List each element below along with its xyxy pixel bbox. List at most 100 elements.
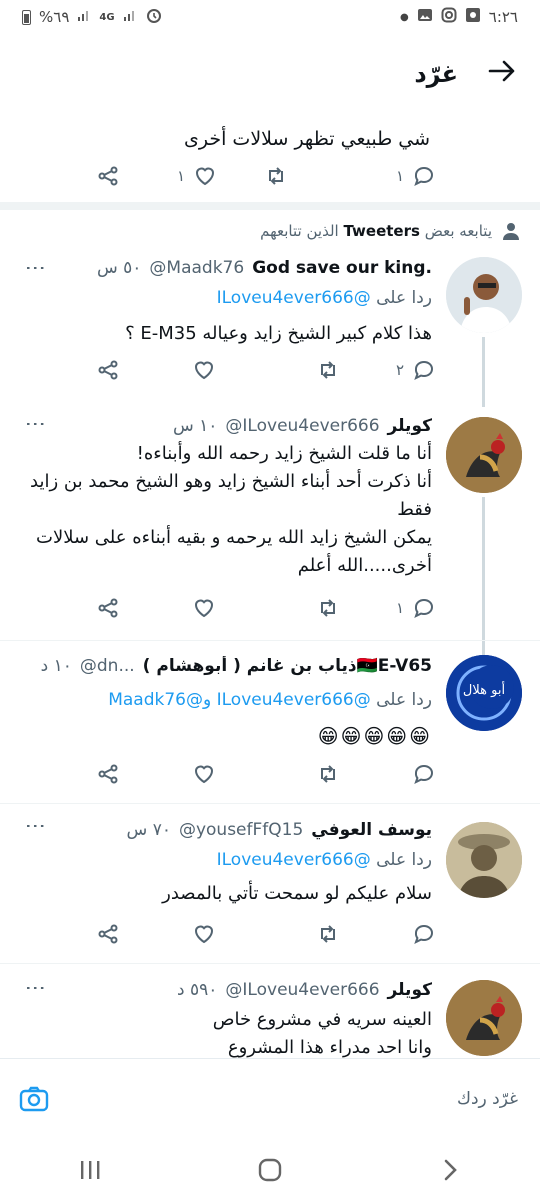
retweet-button[interactable] — [316, 762, 340, 786]
retweet-button[interactable] — [316, 596, 340, 620]
share-icon — [98, 598, 118, 618]
author-name[interactable]: ذياب بن غانم ( أبوهشام )🇱🇾E-V65 — [143, 656, 432, 676]
retweet-icon — [321, 765, 335, 783]
retweet-icon — [321, 925, 335, 943]
avatar[interactable]: أبو هلال — [446, 655, 522, 731]
compose-bar: غرّد ردك — [0, 1059, 540, 1139]
home-icon[interactable] — [250, 1150, 290, 1190]
heart-icon — [195, 167, 215, 186]
prev-like-button[interactable]: ١ — [177, 164, 217, 188]
tweet-line: العينه سريه في مشروع خاص — [212, 1009, 432, 1030]
author-name[interactable]: يوسف العوفي — [311, 820, 432, 840]
status-left: %٦٩ 4G — [22, 6, 163, 28]
reply-to-line: ردا على @ILoveu4ever666 و@Maadk76 — [108, 690, 432, 710]
heart-icon — [194, 361, 214, 380]
author-handle[interactable]: @dn... — [80, 656, 135, 676]
author-name[interactable]: كويلر — [388, 980, 432, 1000]
person-icon — [503, 223, 519, 240]
share-icon — [98, 360, 118, 380]
author-handle[interactable]: @yousefFfQ15 — [179, 820, 303, 840]
like-button[interactable] — [192, 762, 216, 786]
heart-icon — [194, 599, 214, 618]
tweet-time: ٥٠ س — [97, 258, 142, 278]
conversation-feed[interactable]: شي طبيعي تظهر سلالات أخرى ١ ١ يتابعه بعض… — [0, 100, 540, 1058]
retweet-button[interactable] — [316, 922, 340, 946]
tweet-actions — [0, 922, 540, 952]
author-handle[interactable]: @Maadk76 — [149, 258, 244, 278]
more-options-icon[interactable]: ⋮ — [24, 414, 48, 434]
share-icon — [98, 166, 118, 186]
avatar[interactable] — [446, 417, 522, 493]
battery-icon — [22, 9, 31, 25]
tweet-header: كويلر @ILoveu4ever666 ١٠ س — [24, 416, 432, 436]
avatar[interactable] — [446, 257, 522, 333]
tweet-text: هذا كلام كبير الشيخ زايد وعياله E-M35 ؟ — [125, 323, 432, 344]
back-arrow-icon[interactable] — [488, 59, 516, 89]
tweet-actions — [0, 762, 540, 792]
system-nav-bar — [0, 1140, 540, 1200]
tweet-header: ذياب بن غانم ( أبوهشام )🇱🇾E-V65 @dn... ١… — [24, 656, 432, 676]
prev-tweet-text: شي طبيعي تظهر سلالات أخرى — [184, 128, 430, 150]
avatar-caption: أبو هلال — [462, 683, 506, 698]
divider — [0, 803, 540, 804]
like-button[interactable] — [192, 922, 216, 946]
tweet-time: ٥٩٠ د — [177, 980, 218, 1000]
back-nav-icon[interactable] — [430, 1150, 470, 1190]
avatar[interactable] — [446, 822, 522, 898]
prev-reply-button[interactable]: ١ — [396, 164, 436, 188]
status-bar: %٦٩ 4G ● ٦:٢٦ — [0, 0, 540, 34]
reply-icon — [414, 360, 434, 380]
reply-button[interactable]: ٢ — [396, 358, 436, 382]
retweet-icon — [321, 361, 335, 379]
social-context: يتابعه بعض Tweeters الذين تتابعهم — [260, 222, 520, 240]
avatar[interactable] — [446, 980, 522, 1056]
tweet-header: God save our king. @Maadk76 ٥٠ س — [24, 258, 432, 278]
like-button[interactable] — [192, 596, 216, 620]
more-options-icon[interactable]: ⋮ — [24, 816, 48, 836]
reply-input[interactable]: غرّد ردك — [457, 1089, 518, 1109]
reply-label: ردا على — [376, 850, 432, 870]
retweet-icon — [321, 599, 335, 617]
reply-handle-link[interactable]: @ILoveu4ever666 — [217, 288, 371, 308]
status-right: ● ٦:٢٦ — [400, 7, 518, 27]
prev-retweet-button[interactable] — [264, 164, 288, 188]
share-button[interactable] — [96, 922, 120, 946]
recent-apps-icon[interactable] — [70, 1150, 110, 1190]
clock-time: ٦:٢٦ — [488, 8, 518, 26]
reply-count: ١ — [395, 167, 404, 185]
share-button[interactable] — [96, 762, 120, 786]
heart-icon — [194, 925, 214, 944]
more-options-icon[interactable]: ⋮ — [24, 978, 48, 998]
gallery-icon — [465, 7, 481, 27]
author-name[interactable]: كويلر — [388, 416, 432, 436]
author-name[interactable]: God save our king. — [252, 258, 432, 278]
reply-handle-link[interactable]: @ILoveu4ever666 — [217, 850, 371, 870]
prev-share-button[interactable] — [96, 164, 120, 188]
tweet-header: يوسف العوفي @yousefFfQ15 ٧٠ س — [24, 820, 432, 840]
battery-level: %٦٩ — [39, 8, 70, 26]
prev-tweet-actions: ١ ١ — [0, 164, 540, 194]
retweet-button[interactable] — [316, 358, 340, 382]
reply-count: ١ — [395, 599, 404, 617]
image-icon — [417, 7, 433, 27]
reply-button[interactable] — [412, 922, 436, 946]
tweet-time: ١٠ س — [173, 416, 218, 436]
author-handle[interactable]: @ILoveu4ever666 — [225, 980, 379, 1000]
like-button[interactable] — [192, 358, 216, 382]
tweet-text: سلام عليكم لو سمحت تأتي بالمصدر — [162, 883, 432, 904]
reply-button[interactable] — [412, 762, 436, 786]
reply-label: ردا على — [376, 690, 432, 710]
divider — [0, 963, 540, 964]
reply-button[interactable]: ١ — [396, 596, 436, 620]
camera-icon[interactable] — [18, 1083, 50, 1115]
share-button[interactable] — [96, 358, 120, 382]
share-button[interactable] — [96, 596, 120, 620]
reply-to-line: ردا على @ILoveu4ever666 — [217, 850, 432, 870]
like-count: ١ — [176, 167, 185, 185]
network-type: 4G — [99, 11, 115, 23]
reply-handle-link[interactable]: @ILoveu4ever666 و@Maadk76 — [108, 690, 371, 710]
more-options-icon[interactable]: ⋮ — [24, 258, 48, 278]
dot-icon: ● — [400, 11, 409, 23]
tweet-line: أنا ما قلت الشيخ زايد رحمه الله وأبناءه! — [136, 443, 432, 464]
author-handle[interactable]: @ILoveu4ever666 — [225, 416, 379, 436]
